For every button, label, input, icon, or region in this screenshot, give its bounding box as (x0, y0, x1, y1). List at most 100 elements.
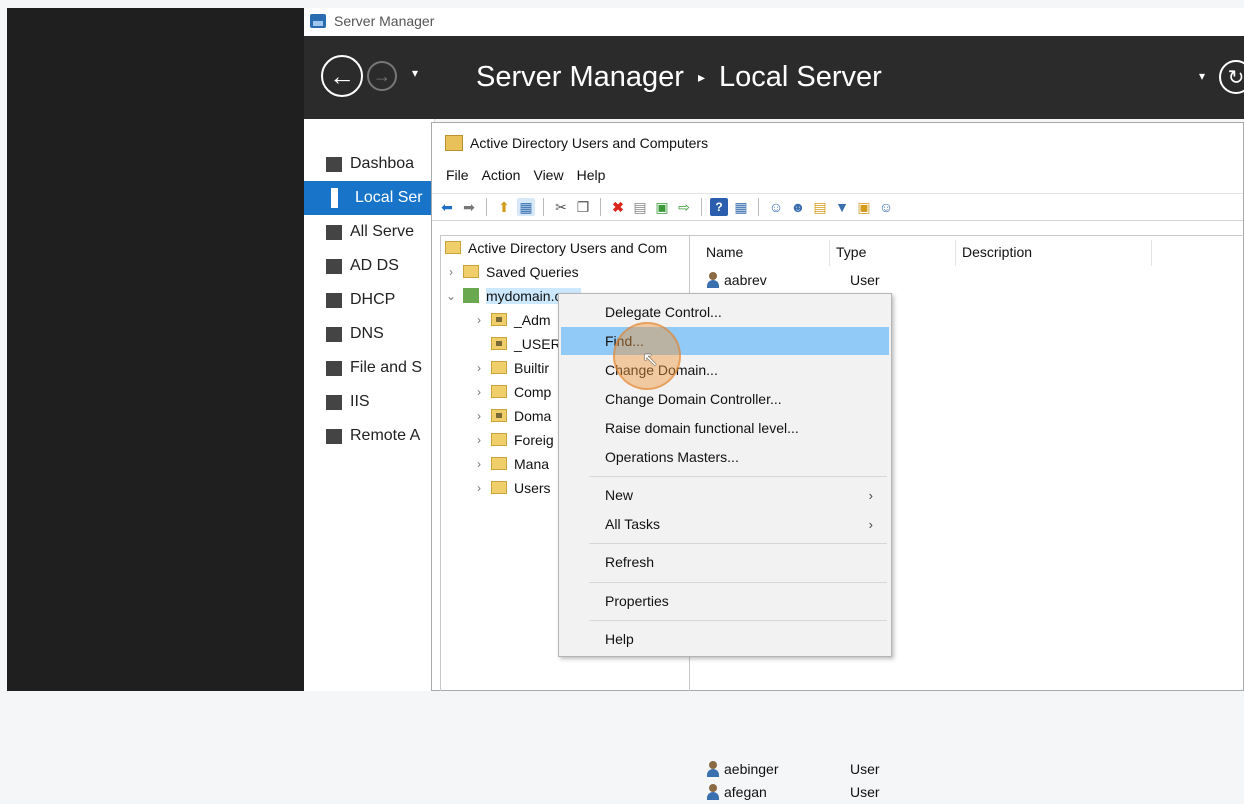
expand-chevron-icon[interactable]: › (473, 433, 485, 447)
aduc-titlebar: Active Directory Users and Computers (432, 123, 1243, 163)
properties-icon[interactable]: ▤ (631, 198, 649, 216)
menu-item-change-domain-controller[interactable]: Change Domain Controller... (561, 385, 889, 413)
forward-arrow-icon[interactable]: ➡ (460, 198, 478, 216)
menu-item-label: Operations Masters... (605, 449, 739, 465)
menu-item-all-tasks[interactable]: All Tasks › (561, 510, 889, 538)
refresh-icon[interactable]: ↻ (1219, 60, 1244, 94)
menu-item-delegate-control[interactable]: Delegate Control... (561, 298, 889, 326)
sidebar-item-file-services[interactable]: File and S (304, 351, 434, 385)
column-header-description[interactable]: Description (956, 240, 1152, 266)
back-arrow-icon[interactable]: ⬅ (438, 198, 456, 216)
menu-file[interactable]: File (446, 167, 469, 183)
menu-help[interactable]: Help (577, 167, 606, 183)
history-dropdown-icon[interactable]: ▾ (412, 66, 418, 80)
file-services-icon (326, 360, 342, 376)
breadcrumb-separator-icon: ▸ (697, 69, 705, 85)
sidebar-item-dns[interactable]: DNS (304, 317, 434, 351)
forward-button[interactable]: → (367, 61, 397, 91)
collapse-chevron-icon[interactable]: ⌄ (445, 289, 457, 303)
tree-item-folder[interactable]: › Foreig (473, 428, 554, 451)
left-dark-region (7, 8, 304, 691)
header-dropdown-icon[interactable]: ▾ (1199, 69, 1205, 83)
menu-item-label: Change Domain Controller... (605, 391, 782, 407)
expand-chevron-icon[interactable]: › (473, 457, 485, 471)
cut-icon[interactable]: ✂ (552, 198, 570, 216)
list-item[interactable]: aebinger User (706, 757, 880, 781)
new-group-icon[interactable]: ☻ (789, 198, 807, 216)
user-icon (706, 784, 720, 800)
menu-item-raise-functional-level[interactable]: Raise domain functional level... (561, 414, 889, 442)
delete-icon[interactable]: ✖ (609, 198, 627, 216)
filter-icon[interactable]: ▼ (833, 198, 851, 216)
tree-item-folder[interactable]: › Comp (473, 380, 551, 403)
tree-item-label: Builtir (514, 359, 550, 376)
menu-item-operations-masters[interactable]: Operations Masters... (561, 443, 889, 471)
toolbar-divider (543, 198, 544, 216)
menu-item-label: Delegate Control... (605, 304, 722, 320)
menu-item-new[interactable]: New › (561, 481, 889, 509)
list-item-name: afegan (724, 784, 767, 800)
expand-chevron-icon[interactable]: › (473, 409, 485, 423)
expand-chevron-icon[interactable]: › (473, 481, 485, 495)
expand-chevron-icon[interactable]: › (473, 361, 485, 375)
refresh-list-icon[interactable]: ▣ (653, 198, 671, 216)
expand-chevron-icon[interactable]: › (445, 265, 457, 279)
view-icon[interactable]: ▦ (732, 198, 750, 216)
tree-item-ou[interactable]: _USER (473, 332, 561, 355)
submenu-arrow-icon: › (868, 516, 873, 532)
column-header-type[interactable]: Type (830, 240, 956, 266)
up-folder-icon[interactable]: ⬆ (495, 198, 513, 216)
sidebar-item-local-server[interactable]: Local Ser (304, 181, 434, 215)
tree-item-ou[interactable]: › Doma (473, 404, 551, 427)
sidebar-item-all-servers[interactable]: All Serve (304, 215, 434, 249)
tree-item-label: Foreig (514, 431, 554, 448)
menu-item-properties[interactable]: Properties (561, 587, 889, 615)
menu-item-help[interactable]: Help (561, 625, 889, 653)
list-item[interactable]: aabrev User (706, 268, 880, 292)
tree-item-label: Mana (514, 455, 550, 472)
menu-item-change-domain[interactable]: Change Domain... (561, 356, 889, 384)
add-to-group-icon[interactable]: ▣ (855, 198, 873, 216)
list-item[interactable]: afegan User (706, 780, 880, 804)
menu-item-refresh[interactable]: Refresh (561, 548, 889, 576)
expand-chevron-icon[interactable]: › (473, 313, 485, 327)
menu-action[interactable]: Action (482, 167, 521, 183)
menu-view[interactable]: View (533, 167, 563, 183)
menu-separator (589, 476, 887, 477)
ou-folder-icon (491, 313, 507, 326)
sidebar-item-dashboard[interactable]: Dashboa (304, 147, 434, 181)
aduc-window-title: Active Directory Users and Computers (470, 135, 709, 151)
server-icon (331, 188, 338, 208)
find-objects-icon[interactable]: ☺ (877, 198, 895, 216)
folder-icon (463, 265, 479, 278)
new-ou-icon[interactable]: ▤ (811, 198, 829, 216)
sidebar-item-dhcp[interactable]: DHCP (304, 283, 434, 317)
column-header-name[interactable]: Name (700, 240, 830, 266)
tree-item-folder[interactable]: › Users (473, 476, 551, 499)
breadcrumb-server-manager[interactable]: Server Manager (476, 61, 684, 94)
menu-item-find[interactable]: Find... (561, 327, 889, 355)
tree-item-folder[interactable]: › Mana (473, 452, 549, 475)
tree-item-folder[interactable]: › Builtir (473, 356, 549, 379)
tree-root[interactable]: Active Directory Users and Com (445, 236, 667, 259)
folder-icon (491, 433, 507, 446)
menu-separator (589, 582, 887, 583)
tree-item-saved-queries[interactable]: › Saved Queries (445, 260, 579, 283)
sidebar-item-remote-access[interactable]: Remote A (304, 419, 434, 453)
help-icon[interactable]: ? (710, 198, 728, 216)
sidebar-item-iis[interactable]: IIS (304, 385, 434, 419)
new-user-icon[interactable]: ☺ (767, 198, 785, 216)
copy-icon[interactable]: ❐ (574, 198, 592, 216)
submenu-arrow-icon: › (868, 487, 873, 503)
menu-item-label: Refresh (605, 554, 655, 570)
tree-item-ou[interactable]: › _Adm (473, 308, 551, 331)
back-button[interactable]: ← (321, 55, 363, 97)
export-list-icon[interactable]: ⇨ (675, 198, 693, 216)
expand-chevron-icon[interactable]: › (473, 385, 485, 399)
console-tree-icon[interactable]: ▦ (517, 198, 535, 216)
breadcrumb: Server Manager ▸ Local Server (476, 61, 882, 94)
sidebar-item-ad-ds[interactable]: AD DS (304, 249, 434, 283)
tree-item-label: Users (514, 479, 551, 496)
sidebar-item-label: IIS (350, 393, 370, 410)
sidebar-item-label: DNS (350, 325, 384, 342)
